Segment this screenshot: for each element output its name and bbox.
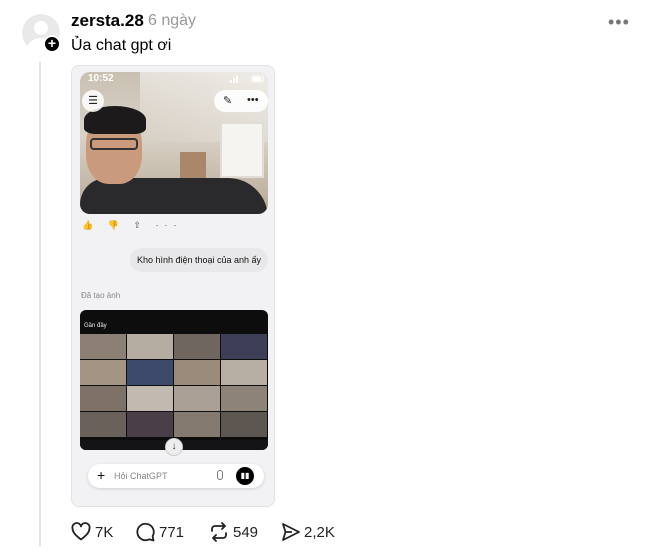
comment-bubble-icon (136, 522, 155, 542)
heart-icon (71, 522, 91, 541)
mic-icon (217, 470, 223, 480)
like-count: 7K (95, 524, 114, 541)
message-actions: 👍 👎 ⇧ ··· (82, 220, 183, 230)
status-clock: 10:52 (88, 73, 114, 84)
follow-plus-icon[interactable]: + (43, 35, 61, 53)
more-options-icon[interactable]: ••• (608, 12, 630, 33)
post-caption: Ủa chat gpt ơi (71, 37, 172, 54)
avatar-head-shape (34, 21, 48, 35)
user-message-bubble: Kho hình điện thoại của anh ấy (130, 248, 268, 272)
repost-icon (211, 522, 227, 542)
generated-gallery-image: Gần đây (80, 310, 268, 450)
chat-more-icon: ••• (247, 94, 259, 106)
voice-mode-icon: ▮▮ (236, 467, 254, 485)
created-image-label: Đã tạo ảnh (81, 291, 121, 300)
chat-top-actions: ✎ ••• (214, 90, 268, 112)
post-time: 6 ngày (148, 12, 197, 29)
thread-line (39, 62, 41, 546)
send-icon (282, 523, 300, 541)
scroll-down-icon: ↓ (165, 438, 183, 456)
engagement-bar: 7K 771 549 2,2K (71, 520, 371, 544)
phone-status-bar: 10:52 (80, 72, 268, 88)
comment-count: 771 (159, 524, 185, 541)
photo-grid (80, 334, 268, 437)
share-count: 2,2K (304, 524, 335, 541)
composer-plus-icon: + (97, 467, 106, 483)
attached-screenshot[interactable]: 10:52 ☰ ✎ ••• 👍 👎 ⇧ ··· Kho hình điện th… (71, 65, 275, 507)
username[interactable]: zersta.28 (71, 11, 144, 31)
chat-composer: + Hỏi ChatGPT ▮▮ (88, 464, 264, 488)
repost-count: 549 (233, 524, 259, 541)
chat-menu-icon: ☰ (82, 90, 104, 112)
edit-icon: ✎ (223, 95, 233, 107)
gallery-header: Gần đây (84, 323, 107, 329)
status-signal-icon (230, 75, 264, 83)
composer-placeholder: Hỏi ChatGPT (114, 471, 168, 481)
